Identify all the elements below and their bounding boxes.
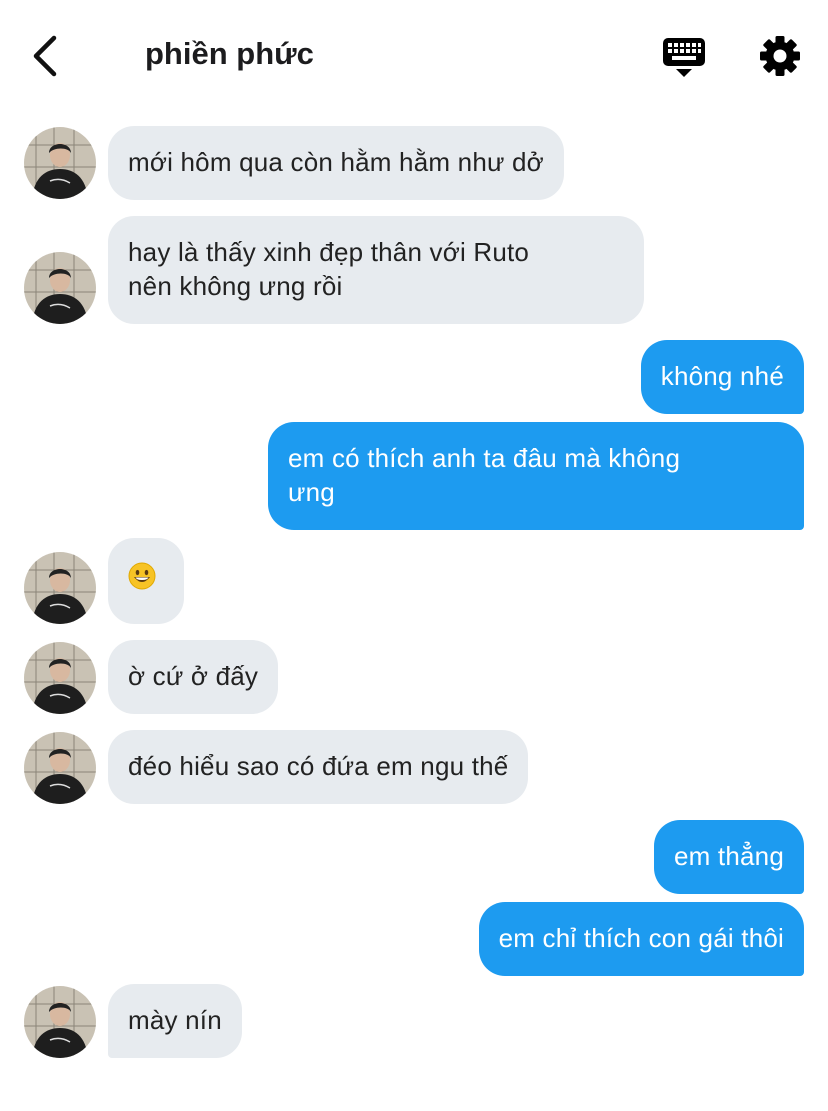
message-text: đéo hiểu sao có đứa em ngu thế xyxy=(128,751,509,781)
message-text: em có thích anh ta đâu mà không xyxy=(288,443,681,473)
message-thread: mới hôm qua còn hằm hằm như dở hay là th… xyxy=(0,0,828,1111)
message-text: ưng xyxy=(288,477,335,507)
message-bubble-incoming[interactable]: ờ cứ ở đấy xyxy=(108,640,279,714)
message-bubble-outgoing[interactable]: em có thích anh ta đâu mà không ưng xyxy=(268,422,804,530)
message-bubble-incoming[interactable]: hay là thấy xinh đẹp thân với Ruto nên k… xyxy=(108,216,644,324)
message-bubble-outgoing[interactable]: em thẳng xyxy=(653,820,804,894)
message-bubble-incoming[interactable]: mày nín xyxy=(108,984,242,1058)
message-text: không nhé xyxy=(660,361,784,391)
message-bubble-incoming[interactable]: đéo hiểu sao có đứa em ngu thế xyxy=(108,730,529,804)
contact-avatar[interactable] xyxy=(24,986,96,1058)
message-text: hay là thấy xinh đẹp thân với Ruto xyxy=(128,237,530,267)
message-text: em chỉ thích con gái thôi xyxy=(498,923,784,953)
message-text: ờ cứ ở đấy xyxy=(128,661,259,691)
contact-avatar[interactable] xyxy=(24,127,96,199)
message-text: nên không ưng rồi xyxy=(128,271,343,301)
contact-avatar[interactable] xyxy=(24,252,96,324)
message-bubble-incoming[interactable] xyxy=(108,538,184,624)
message-bubble-incoming[interactable]: mới hôm qua còn hằm hằm như dở xyxy=(108,126,564,200)
grinning-face-emoji xyxy=(128,562,156,590)
message-text: em thẳng xyxy=(673,841,784,871)
contact-avatar[interactable] xyxy=(24,642,96,714)
message-text: mày nín xyxy=(128,1005,222,1035)
contact-avatar[interactable] xyxy=(24,732,96,804)
contact-avatar[interactable] xyxy=(24,552,96,624)
message-text: mới hôm qua còn hằm hằm như dở xyxy=(128,147,544,177)
message-bubble-outgoing[interactable]: em chỉ thích con gái thôi xyxy=(478,902,804,976)
message-bubble-outgoing[interactable]: không nhé xyxy=(640,340,804,414)
